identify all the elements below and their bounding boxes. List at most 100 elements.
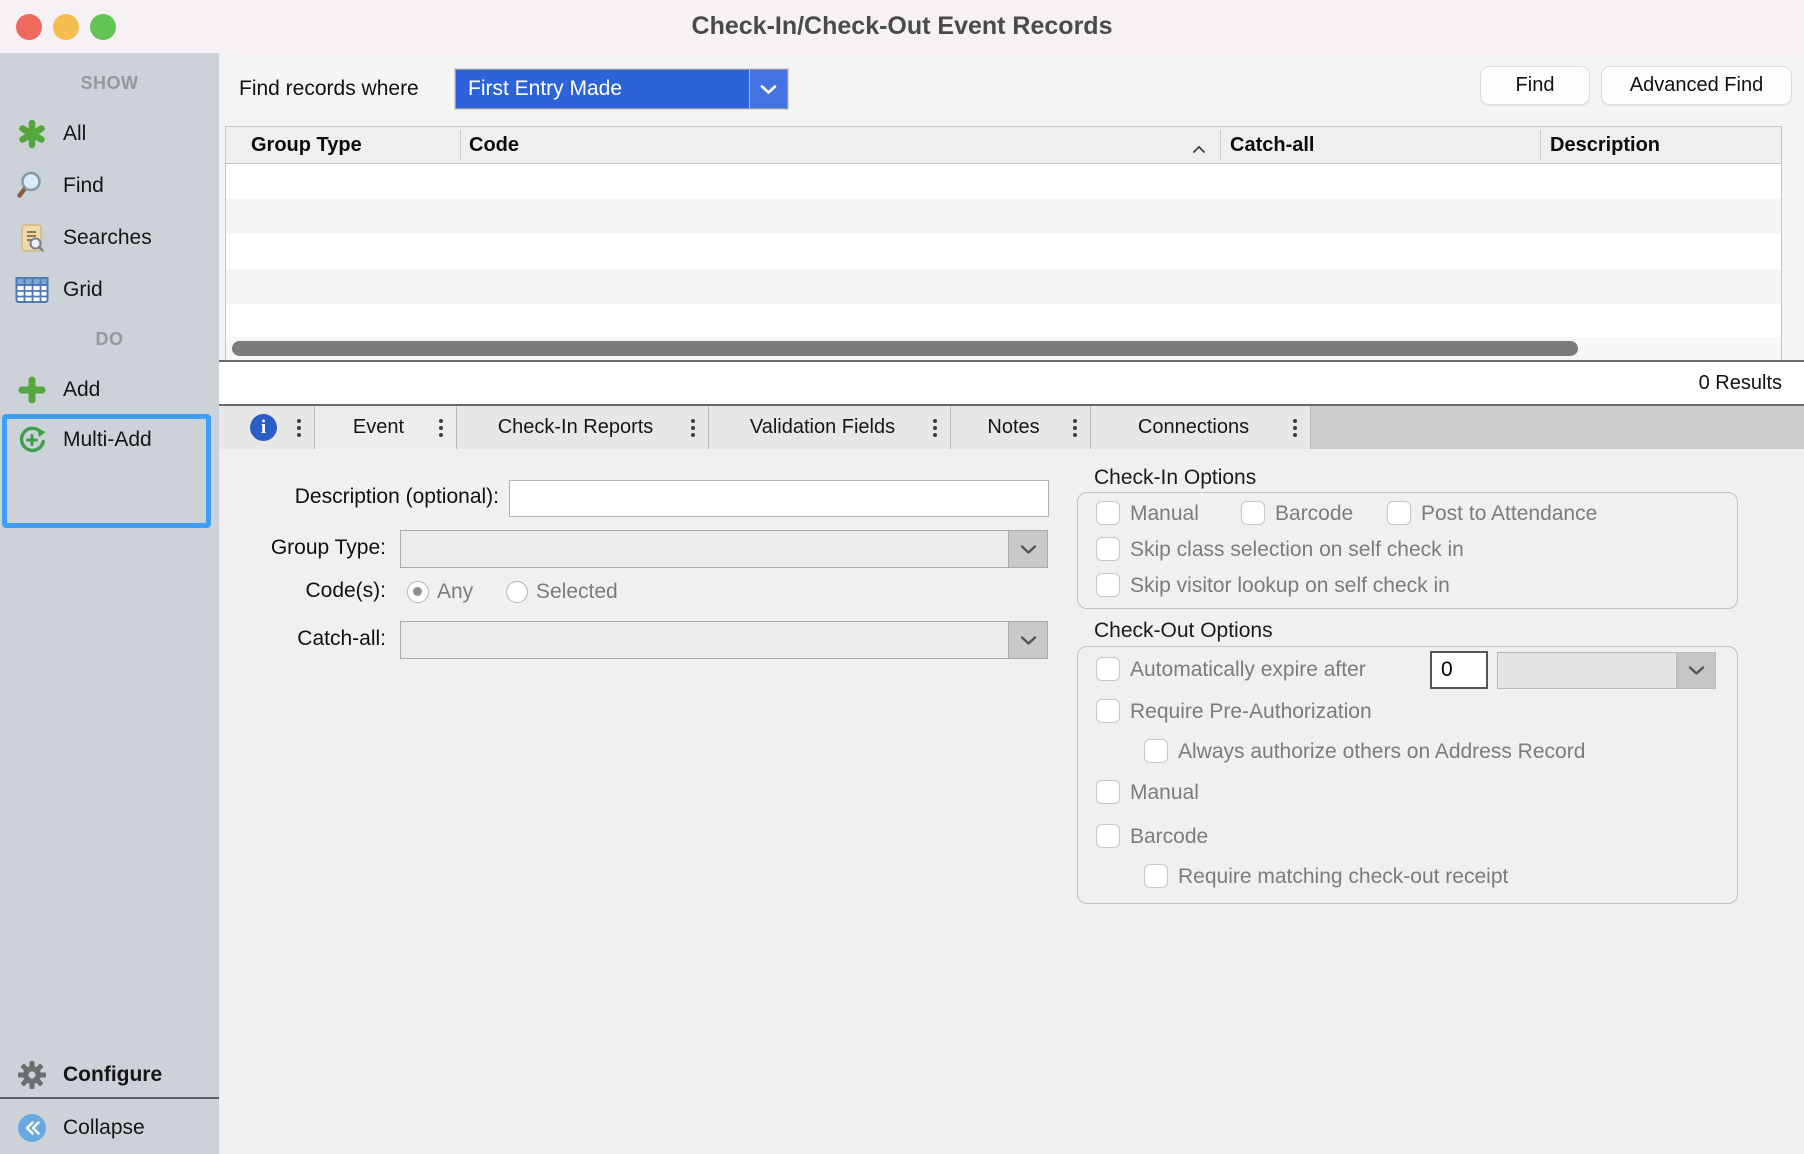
require-preauth-label: Require Pre-Authorization — [1130, 700, 1372, 724]
sidebar-show-header: SHOW — [0, 73, 219, 94]
sidebar-item-all[interactable]: All — [0, 114, 219, 154]
sidebar-item-label: Find — [63, 166, 104, 206]
magnifier-icon — [12, 166, 52, 206]
sidebar-item-label: Configure — [63, 1055, 162, 1095]
column-header-group-type[interactable]: Group Type — [251, 127, 362, 163]
column-divider[interactable] — [460, 130, 461, 161]
checkin-manual-checkbox[interactable] — [1096, 501, 1120, 525]
sort-ascending-icon — [1192, 141, 1206, 159]
find-field-select[interactable]: First Entry Made — [455, 69, 788, 109]
checkout-barcode-label: Barcode — [1130, 825, 1208, 849]
sidebar-item-multi-add[interactable]: Multi-Add — [0, 420, 219, 460]
catch-all-select[interactable] — [400, 621, 1048, 659]
chevron-down-icon — [749, 70, 787, 108]
column-divider[interactable] — [1540, 130, 1541, 161]
multi-add-icon — [12, 420, 52, 460]
expire-amount-input[interactable] — [1430, 651, 1488, 689]
horizontal-scrollbar-track[interactable] — [226, 337, 1781, 360]
horizontal-scrollbar-thumb[interactable] — [232, 341, 1578, 356]
codes-any-radio[interactable] — [407, 581, 429, 603]
column-header-catch-all[interactable]: Catch-all — [1230, 127, 1314, 163]
catch-all-label: Catch-all: — [139, 627, 386, 651]
sidebar-item-collapse[interactable]: Collapse — [0, 1108, 219, 1148]
column-header-description[interactable]: Description — [1550, 127, 1660, 163]
codes-label: Code(s): — [139, 579, 386, 603]
checkin-barcode-checkbox[interactable] — [1241, 501, 1265, 525]
chevron-down-icon — [1008, 531, 1047, 567]
sidebar-do-header: DO — [0, 329, 219, 350]
tab-info[interactable]: i — [219, 406, 315, 449]
skip-class-selection-label: Skip class selection on self check in — [1130, 538, 1464, 562]
sidebar-item-label: Grid — [63, 270, 103, 310]
collapse-icon — [12, 1108, 52, 1148]
find-field-selected-value: First Entry Made — [468, 70, 622, 108]
results-status-bar: 0 Results — [219, 362, 1804, 404]
codes-selected-radio[interactable] — [506, 581, 528, 603]
tab-connections[interactable]: Connections — [1091, 406, 1311, 449]
sidebar-item-label: All — [63, 114, 86, 154]
radio-dot — [413, 587, 422, 596]
sidebar-item-configure[interactable]: Configure — [0, 1055, 219, 1095]
tab-label: Validation Fields — [750, 416, 909, 439]
asterisk-icon — [12, 114, 52, 154]
tab-label: Check-In Reports — [498, 416, 668, 439]
checkout-barcode-checkbox[interactable] — [1096, 824, 1120, 848]
tab-event[interactable]: Event — [315, 406, 457, 449]
tab-menu-icon[interactable] — [1073, 426, 1077, 430]
checkin-barcode-label: Barcode — [1275, 502, 1353, 526]
sidebar: SHOW All Find — [0, 53, 220, 1154]
group-type-label: Group Type: — [139, 536, 386, 560]
group-type-select[interactable] — [400, 530, 1048, 568]
table-row — [226, 269, 1781, 304]
find-records-where-label: Find records where — [239, 77, 419, 101]
codes-selected-label: Selected — [536, 580, 618, 604]
sidebar-item-label: Add — [63, 370, 100, 410]
tab-menu-icon[interactable] — [439, 426, 443, 430]
column-header-code[interactable]: Code — [469, 127, 519, 163]
info-icon: i — [250, 414, 277, 441]
saved-search-icon — [12, 218, 52, 258]
tab-menu-icon[interactable] — [933, 426, 937, 430]
plus-icon — [12, 370, 52, 410]
skip-visitor-lookup-checkbox[interactable] — [1096, 573, 1120, 597]
auto-expire-label: Automatically expire after — [1130, 658, 1366, 682]
post-to-attendance-label: Post to Attendance — [1421, 502, 1597, 526]
tab-check-in-reports[interactable]: Check-In Reports — [457, 406, 709, 449]
tab-validation-fields[interactable]: Validation Fields — [709, 406, 951, 449]
expire-unit-select[interactable] — [1497, 652, 1716, 689]
tab-label: Connections — [1138, 416, 1263, 439]
sidebar-divider — [0, 1097, 219, 1099]
sidebar-item-grid[interactable]: Grid — [0, 270, 219, 310]
checkout-manual-checkbox[interactable] — [1096, 780, 1120, 804]
tab-notes[interactable]: Notes — [951, 406, 1091, 449]
require-preauth-checkbox[interactable] — [1096, 699, 1120, 723]
sidebar-item-searches[interactable]: Searches — [0, 218, 219, 258]
chevron-down-icon — [1676, 653, 1715, 688]
description-label: Description (optional): — [239, 485, 499, 509]
table-body — [226, 164, 1781, 337]
gear-icon — [12, 1055, 52, 1095]
always-authorize-checkbox[interactable] — [1144, 739, 1168, 763]
require-receipt-checkbox[interactable] — [1144, 864, 1168, 888]
auto-expire-checkbox[interactable] — [1096, 657, 1120, 681]
tab-menu-icon[interactable] — [691, 426, 695, 430]
tab-menu-icon[interactable] — [1293, 426, 1297, 430]
app-window: Check-In/Check-Out Event Records SHOW Al… — [0, 0, 1804, 1154]
post-to-attendance-checkbox[interactable] — [1387, 501, 1411, 525]
sidebar-item-label: Multi-Add — [63, 420, 152, 460]
tab-menu-icon[interactable] — [297, 426, 301, 430]
always-authorize-label: Always authorize others on Address Recor… — [1178, 740, 1585, 764]
advanced-find-button[interactable]: Advanced Find — [1601, 66, 1792, 105]
skip-class-selection-checkbox[interactable] — [1096, 537, 1120, 561]
chevron-down-icon — [1008, 622, 1047, 658]
checkout-manual-label: Manual — [1130, 781, 1199, 805]
column-divider[interactable] — [1220, 130, 1221, 161]
table-row — [226, 304, 1781, 337]
checkin-manual-label: Manual — [1130, 502, 1199, 526]
find-button[interactable]: Find — [1480, 66, 1590, 105]
description-input[interactable] — [509, 480, 1049, 517]
require-receipt-label: Require matching check-out receipt — [1178, 865, 1508, 889]
sidebar-item-add[interactable]: Add — [0, 370, 219, 410]
title-bar: Check-In/Check-Out Event Records — [0, 0, 1804, 54]
sidebar-item-find[interactable]: Find — [0, 166, 219, 206]
